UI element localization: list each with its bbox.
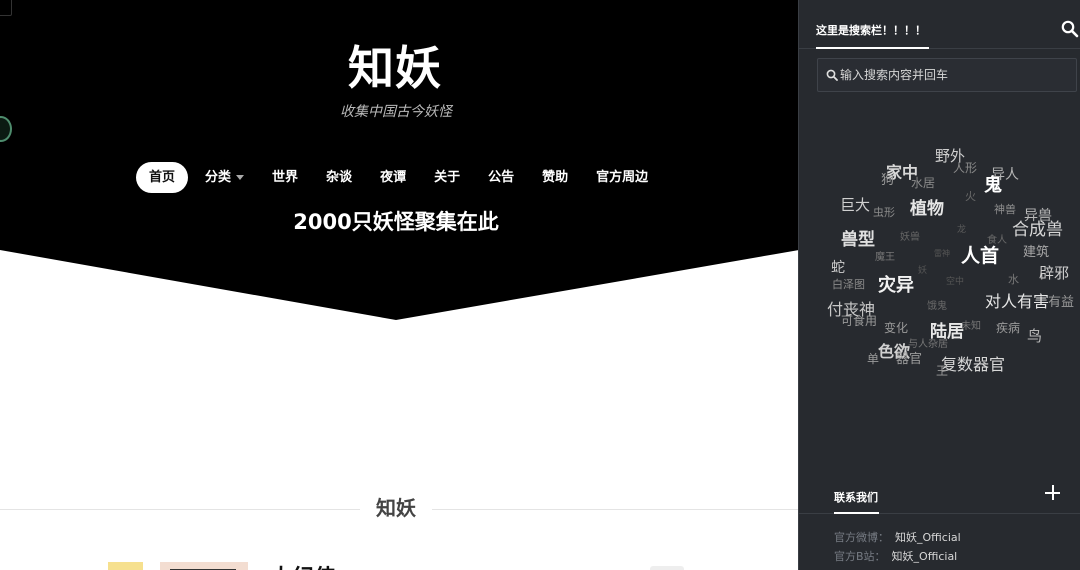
nav-item-label: 分类 (205, 170, 232, 185)
tag-cloud-item[interactable]: 植物 (910, 201, 944, 218)
tag-cloud-item[interactable]: 鸟 (1027, 329, 1042, 344)
nav-item-sponsor[interactable]: 赞助 (542, 162, 568, 193)
nav-item-label: 夜谭 (380, 170, 407, 185)
nav-item-label: 官方周边 (596, 170, 649, 185)
tag-cloud-item[interactable]: 有益 (1048, 296, 1074, 309)
search-icon (826, 69, 838, 81)
contact-title[interactable]: 联系我们 (834, 489, 878, 505)
tag-cloud-item[interactable]: 妖兽 (900, 233, 920, 243)
nav-item-label: 关于 (434, 170, 461, 185)
tag-cloud-item[interactable]: 兽型 (841, 232, 875, 249)
contact-link[interactable]: 知妖_Official (892, 550, 958, 563)
contact-label: 官方微博： (834, 531, 889, 544)
tag-cloud-item[interactable]: 空中 (946, 278, 964, 287)
tag-cloud-item[interactable]: 合成兽 (1012, 222, 1063, 239)
tag-cloud-item[interactable]: 水居 (911, 177, 935, 189)
sidebar: 这里是搜索栏！！！！ 野外 人形 异人 家中 狗 水居 鬼 火 巨大 虫形 植物… (798, 0, 1080, 570)
contact-row: 官方微博： 知妖_Official (834, 529, 961, 545)
tag-cloud-item[interactable]: 变化 (884, 322, 908, 334)
site-title[interactable]: 知妖 (348, 32, 442, 98)
tag-cloud-item[interactable]: 未知 (961, 322, 981, 332)
contact-header: 联系我们 (799, 478, 1080, 514)
tag-cloud-item[interactable]: 可食用 (841, 315, 877, 327)
tag-cloud-item[interactable]: 雷神 (934, 250, 950, 258)
nav-item-announcements[interactable]: 公告 (488, 162, 514, 193)
tag-cloud-item[interactable]: 狗 (881, 174, 894, 187)
corner-widget[interactable] (0, 0, 12, 16)
tag-cloud-item[interactable]: 对人有害 (985, 294, 1049, 310)
nav-item-label: 世界 (272, 170, 299, 185)
tag-cloud-item[interactable]: 鬼 (984, 177, 1002, 195)
tag-cloud-item[interactable]: 辟邪 (1039, 266, 1069, 281)
nav-item-label: 首页 (149, 170, 176, 185)
main-nav: 首页 分类 世界 杂谈 夜谭 关于 公告 赞助 官方周边 (136, 162, 676, 193)
tag-cloud-item[interactable]: 神兽 (994, 204, 1016, 215)
plus-icon[interactable] (1045, 485, 1061, 501)
main-content: 知妖 收集中国古今妖怪 首页 分类 世界 杂谈 夜谭 关于 公告 赞助 官方周边… (0, 0, 799, 570)
nav-item-misc[interactable]: 杂谈 (326, 162, 352, 193)
search-box[interactable] (817, 58, 1077, 92)
nav-item-label: 赞助 (542, 170, 569, 185)
contact-row: 官方B站： 知妖_Official (834, 548, 957, 564)
tag-cloud-item[interactable]: 巨大 (840, 198, 870, 213)
tag-cloud-item[interactable]: 虫形 (873, 207, 895, 218)
tag-cloud-item[interactable]: 人形 (953, 162, 977, 174)
search-tab-label[interactable]: 这里是搜索栏！！！！ (816, 22, 926, 38)
tag-cloud-item[interactable]: 人首 (961, 247, 999, 266)
tag-cloud-item[interactable]: 火 (965, 191, 976, 202)
chevron-down-icon (236, 175, 245, 180)
search-icon[interactable] (1061, 20, 1079, 38)
nav-item-label: 公告 (488, 170, 515, 185)
tag-cloud-item[interactable]: 蛇 (831, 261, 845, 275)
tag-cloud-item[interactable]: 妖 (918, 267, 927, 276)
tag-cloud-item[interactable]: 灾异 (878, 277, 914, 295)
tab-underline (834, 512, 879, 514)
entry-thumbnail[interactable] (108, 562, 143, 570)
tag-cloud-item[interactable]: 水 (1008, 274, 1019, 285)
nav-item-category[interactable]: 分类 (205, 162, 245, 193)
nav-item-home[interactable]: 首页 (136, 162, 189, 193)
section-title: 知妖 (360, 492, 432, 521)
site-subtitle: 收集中国古今妖怪 (340, 104, 452, 120)
entry-badge (650, 566, 684, 570)
nav-item-merch[interactable]: 官方周边 (596, 162, 648, 193)
hero-banner: 知妖 收集中国古今妖怪 首页 分类 世界 杂谈 夜谭 关于 公告 赞助 官方周边… (0, 0, 799, 325)
tag-cloud-item[interactable]: 疾病 (996, 322, 1020, 334)
tag-cloud-item[interactable]: 王 (936, 365, 948, 377)
entry-image[interactable] (160, 562, 248, 570)
nav-item-about[interactable]: 关于 (434, 162, 460, 193)
nav-item-world[interactable]: 世界 (272, 162, 298, 193)
tab-underline (816, 47, 929, 49)
tag-cloud-item[interactable]: 龙 (957, 226, 966, 235)
nav-item-label: 杂谈 (326, 170, 353, 185)
tag-cloud-item[interactable]: 与人杂居 (908, 340, 948, 350)
hero-tagline: 2000只妖怪聚集在此 (293, 210, 499, 234)
tag-cloud-item[interactable]: 白泽图 (832, 279, 865, 290)
tag-cloud: 野外 人形 异人 家中 狗 水居 鬼 火 巨大 虫形 植物 神兽 异兽 合成兽 … (799, 95, 1080, 415)
entry-title[interactable]: 大纪侍 (270, 560, 336, 570)
tag-cloud-item[interactable]: 复数器官 (941, 357, 1005, 373)
tag-cloud-item[interactable]: 饿鬼 (927, 302, 947, 312)
tag-cloud-item[interactable]: 单 (867, 353, 879, 365)
contact-link[interactable]: 知妖_Official (895, 531, 961, 544)
tag-cloud-item[interactable]: 器官 (896, 353, 922, 366)
nav-item-night-tales[interactable]: 夜谭 (380, 162, 406, 193)
search-input[interactable] (840, 59, 1070, 91)
sidebar-search-header: 这里是搜索栏！！！！ (799, 0, 1080, 49)
tag-cloud-item[interactable]: 建筑 (1023, 246, 1049, 259)
tag-cloud-item[interactable]: 魔王 (875, 253, 895, 263)
contact-label: 官方B站： (834, 550, 886, 563)
